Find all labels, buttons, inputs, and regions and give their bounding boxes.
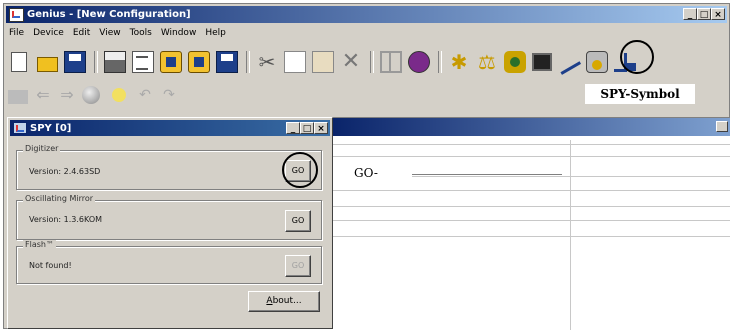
grid-line (333, 144, 730, 145)
grid-line (333, 220, 730, 221)
delete-icon[interactable]: ✕ (340, 51, 362, 73)
toolbar-separator (246, 51, 250, 73)
spy-dialog-titlebar: SPY [0] _ □ × (10, 120, 330, 136)
oscillating-mirror-version: Version: 1.3.6KOM (29, 215, 103, 224)
flash-status: Not found! (29, 261, 72, 270)
cut-icon[interactable]: ✂ (256, 51, 278, 73)
configuration-document-window (333, 117, 730, 330)
tile-icon[interactable] (380, 51, 402, 73)
menu-device[interactable]: Device (32, 28, 65, 38)
spy-window-icon (13, 122, 27, 134)
menu-file[interactable]: File (8, 28, 25, 38)
menu-window[interactable]: Window (160, 28, 198, 38)
config-3-icon[interactable] (216, 51, 238, 73)
digitizer-group: Digitizer Version: 2.4.63SD GO (16, 144, 322, 190)
main-toolbar: ✂ ✕ ✱ ⚖ (8, 47, 725, 77)
redo-icon[interactable]: ↷ (160, 84, 178, 106)
oscillating-mirror-go-button[interactable]: GO (285, 210, 311, 232)
minimize-button[interactable]: _ (683, 8, 697, 20)
close-button[interactable]: × (711, 8, 725, 20)
grid-line (333, 236, 730, 237)
undo-icon[interactable]: ↶ (136, 84, 154, 106)
go-annotation-leader-line (412, 174, 562, 175)
wand-icon[interactable] (556, 55, 582, 75)
toolbar-separator (370, 51, 374, 73)
main-titlebar: Genius - [New Configuration] _ □ × (6, 6, 727, 23)
spy-maximize-button[interactable]: □ (300, 122, 314, 134)
book-icon[interactable] (408, 51, 430, 73)
spy-close-button[interactable]: × (314, 122, 328, 134)
flash-group: Flash™ Not found! GO (16, 240, 322, 284)
config-2-icon[interactable] (188, 51, 210, 73)
spy-minimize-button[interactable]: _ (286, 122, 300, 134)
go-annotation: GO- (322, 162, 412, 184)
digitizer-version: Version: 2.4.63SD (29, 167, 101, 176)
spy-symbol-annotation: SPY-Symbol (585, 84, 695, 104)
ball-icon[interactable] (82, 86, 100, 104)
main-window-title: Genius - [New Configuration] (27, 9, 191, 20)
toolbar-separator (94, 51, 98, 73)
paste-icon[interactable] (312, 51, 334, 73)
print-icon[interactable] (104, 51, 126, 73)
digitizer-legend: Digitizer (23, 144, 61, 153)
about-label-rest: bout... (272, 296, 302, 306)
monitor-icon[interactable] (532, 53, 552, 71)
menu-view[interactable]: View (98, 28, 121, 38)
grid-line (333, 206, 730, 207)
document-icon[interactable] (132, 51, 154, 73)
forward-arrow-icon[interactable]: ⇒ (58, 84, 76, 106)
grid-line (333, 190, 730, 191)
config-1-icon[interactable] (160, 51, 182, 73)
spy-icon[interactable] (586, 51, 608, 73)
scale-icon[interactable]: ⚖ (476, 51, 498, 73)
open-icon[interactable] (36, 51, 58, 73)
about-button[interactable]: About... (248, 291, 320, 312)
back-arrow-icon[interactable]: ⇐ (34, 84, 52, 106)
menu-help[interactable]: Help (204, 28, 227, 38)
toolbar-separator (438, 51, 442, 73)
spy-icon-highlight-circle (620, 40, 654, 74)
puzzle-icon[interactable] (504, 51, 526, 73)
menu-edit[interactable]: Edit (72, 28, 91, 38)
oscillating-mirror-group: Oscillating Mirror Version: 1.3.6KOM GO (16, 194, 322, 240)
document-minimize-button[interactable] (716, 121, 728, 132)
save-icon[interactable] (64, 51, 86, 73)
document-titlebar (333, 118, 730, 136)
spy-dialog: SPY [0] _ □ × Digitizer Version: 2.4.63S… (7, 117, 333, 329)
main-window-controls: _ □ × (683, 8, 725, 20)
go-button-highlight-circle (282, 152, 318, 188)
flash-go-button[interactable]: GO (285, 255, 311, 277)
grid-line (333, 156, 730, 157)
spy-dialog-title: SPY [0] (30, 122, 72, 134)
spy-dialog-controls: _ □ × (286, 122, 328, 134)
copy-icon[interactable] (284, 51, 306, 73)
oscillating-mirror-legend: Oscillating Mirror (23, 194, 96, 203)
genius-app-icon (9, 7, 24, 22)
maximize-button[interactable]: □ (697, 8, 711, 20)
flash-legend: Flash™ (23, 240, 56, 249)
new-icon[interactable] (11, 52, 27, 72)
menu-tools[interactable]: Tools (129, 28, 153, 38)
folder-icon[interactable] (8, 90, 28, 104)
grid-column-divider (570, 140, 571, 330)
menu-bar: File Device Edit View Tools Window Help (8, 25, 227, 41)
bulb-icon[interactable] (112, 88, 126, 102)
gear-icon[interactable]: ✱ (448, 51, 470, 73)
